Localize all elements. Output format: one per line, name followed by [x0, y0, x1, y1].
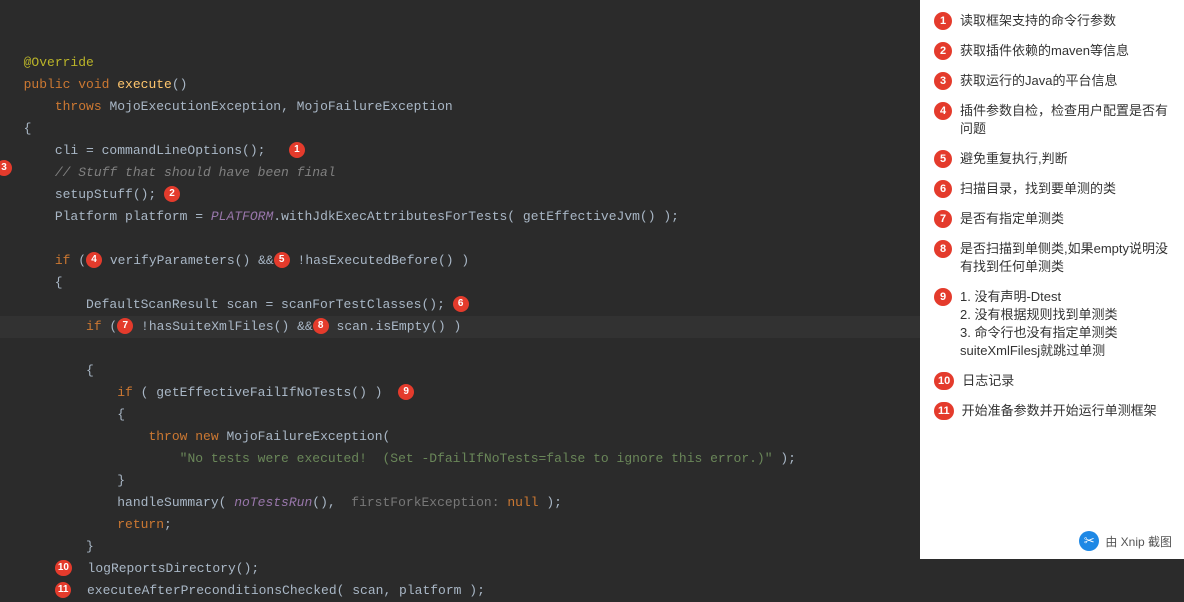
- note-badge: 4: [934, 102, 952, 120]
- inline-badge-8: 8: [313, 318, 329, 334]
- watermark: ✂ 由 Xnip 截图: [1079, 531, 1172, 551]
- inline-badge-1: 1: [289, 142, 305, 158]
- note-badge: 11: [934, 402, 954, 420]
- code-line: DefaultScanResult scan = scanForTestClas…: [8, 297, 469, 312]
- code-line: cli = commandLineOptions(); 1: [8, 143, 305, 158]
- inline-badge-5: 5: [274, 252, 290, 268]
- code-line: // Stuff that should have been final: [8, 165, 336, 180]
- code-line: [8, 231, 16, 246]
- code-line: }: [8, 473, 125, 488]
- note-badge: 7: [934, 210, 952, 228]
- note-item: 1 读取框架支持的命令行参数: [934, 12, 1170, 30]
- code-line: handleSummary( noTestsRun(), firstForkEx…: [8, 495, 562, 510]
- code-line: return;: [8, 517, 172, 532]
- code-line: setupStuff(); 2: [8, 187, 180, 202]
- xnip-icon: ✂: [1079, 531, 1099, 551]
- code-line: "No tests were executed! (Set -DfailIfNo…: [8, 451, 796, 466]
- note-badge: 8: [934, 240, 952, 258]
- code-line-highlighted: if (7 !hasSuiteXmlFiles() &&8 scan.isEmp…: [0, 316, 920, 338]
- code-line: public void execute(): [8, 77, 187, 92]
- inline-badge-10: 10: [55, 560, 72, 576]
- note-badge: 2: [934, 42, 952, 60]
- note-badge: 10: [934, 372, 954, 390]
- inline-badge-2: 2: [164, 186, 180, 202]
- inline-badge-11: 11: [55, 582, 72, 598]
- note-text: 获取运行的Java的平台信息: [960, 72, 1170, 90]
- note-item: 4 插件参数自检，检查用户配置是否有问题: [934, 102, 1170, 138]
- note-text: 开始准备参数并开始运行单测框架: [962, 402, 1170, 420]
- note-badge: 6: [934, 180, 952, 198]
- note-text: 读取框架支持的命令行参数: [960, 12, 1170, 30]
- note-text: 是否有指定单测类: [960, 210, 1170, 228]
- note-text: 日志记录: [962, 372, 1170, 390]
- note-item: 7 是否有指定单测类: [934, 210, 1170, 228]
- note-text: 插件参数自检，检查用户配置是否有问题: [960, 102, 1170, 138]
- inline-badge-7: 7: [117, 318, 133, 334]
- code-line: 10 logReportsDirectory();: [8, 561, 259, 576]
- note-text: 避免重复执行,判断: [960, 150, 1170, 168]
- note-badge: 9: [934, 288, 952, 306]
- code-line: 11 executeAfterPreconditionsChecked( sca…: [8, 583, 485, 598]
- note-badge: 3: [934, 72, 952, 90]
- note-text: 1. 没有声明-Dtest 2. 没有根据规则找到单测类 3. 命令行也没有指定…: [960, 288, 1170, 360]
- code-line: @Override: [8, 55, 94, 70]
- code-line: throw new MojoFailureException(: [8, 429, 390, 444]
- code-line: throws MojoExecutionException, MojoFailu…: [8, 99, 453, 114]
- note-item: 3 获取运行的Java的平台信息: [934, 72, 1170, 90]
- note-text: 是否扫描到单侧类,如果empty说明没有找到任何单测类: [960, 240, 1170, 276]
- note-text: 扫描目录，找到要单测的类: [960, 180, 1170, 198]
- note-item: 9 1. 没有声明-Dtest 2. 没有根据规则找到单测类 3. 命令行也没有指…: [934, 288, 1170, 360]
- code-line: {: [8, 275, 63, 290]
- annotation-panel: 1 读取框架支持的命令行参数 2 获取插件依赖的maven等信息 3 获取运行的Java的…: [920, 0, 1184, 559]
- note-item: 5 避免重复执行,判断: [934, 150, 1170, 168]
- note-item: 8 是否扫描到单侧类,如果empty说明没有找到任何单测类: [934, 240, 1170, 276]
- code-line: {: [8, 363, 94, 378]
- inline-badge-9: 9: [398, 384, 414, 400]
- code-line: Platform platform = PLATFORM.withJdkExec…: [8, 209, 679, 224]
- note-item: 11 开始准备参数并开始运行单测框架: [934, 402, 1170, 420]
- code-line: if (4 verifyParameters() &&5 !hasExecute…: [8, 253, 469, 268]
- code-line: if ( getEffectiveFailIfNoTests() ) 9: [8, 385, 414, 400]
- watermark-text: 由 Xnip 截图: [1105, 533, 1172, 550]
- code-line: {: [8, 121, 31, 136]
- code-line: {: [8, 407, 125, 422]
- note-item: 10 日志记录: [934, 372, 1170, 390]
- note-text: 获取插件依赖的maven等信息: [960, 42, 1170, 60]
- inline-badge-4: 4: [86, 252, 102, 268]
- note-item: 2 获取插件依赖的maven等信息: [934, 42, 1170, 60]
- note-item: 6 扫描目录，找到要单测的类: [934, 180, 1170, 198]
- note-badge: 1: [934, 12, 952, 30]
- note-badge: 5: [934, 150, 952, 168]
- code-line: }: [8, 539, 94, 554]
- code-editor[interactable]: 3 @Override public void execute() throws…: [0, 0, 920, 559]
- inline-badge-6: 6: [453, 296, 469, 312]
